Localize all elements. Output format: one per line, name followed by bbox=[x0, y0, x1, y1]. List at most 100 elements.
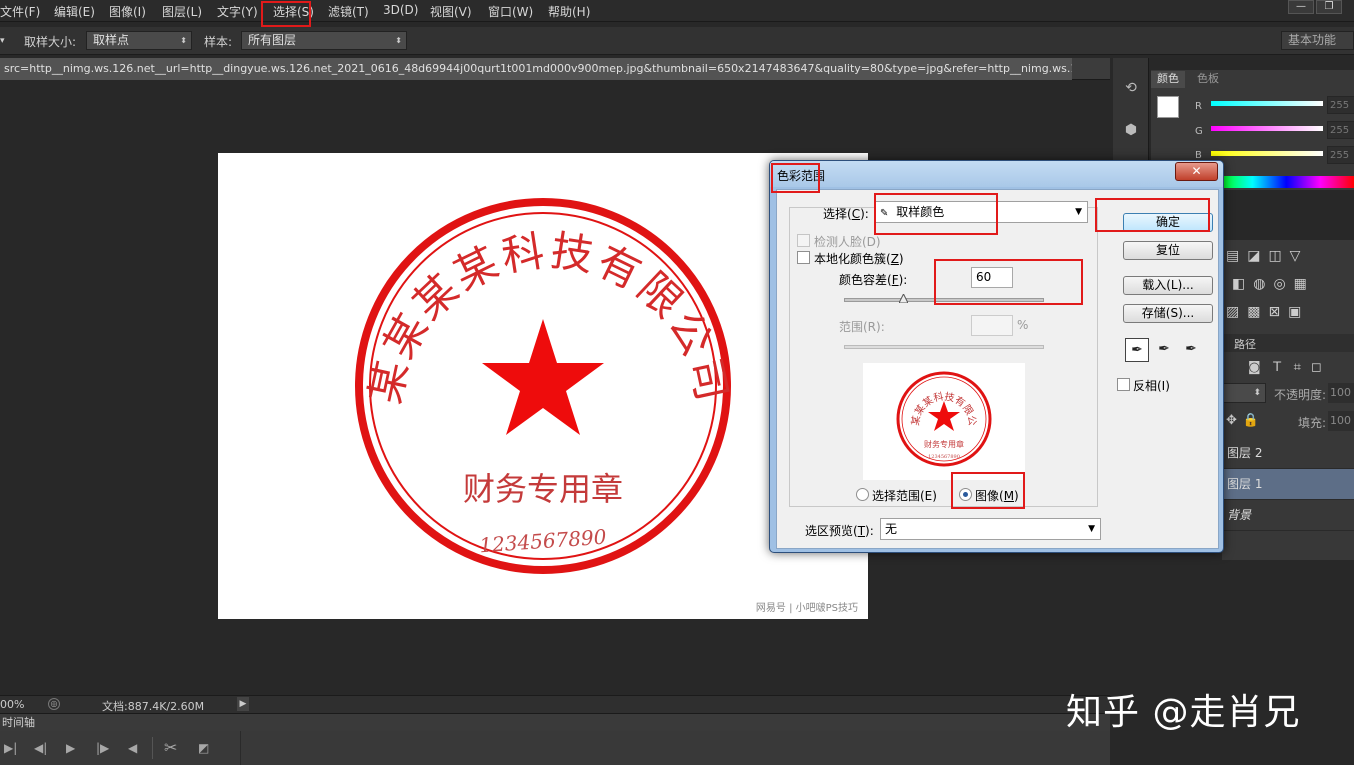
layer-row[interactable]: 图层 2 bbox=[1222, 438, 1354, 469]
radio-selection[interactable] bbox=[856, 488, 869, 501]
tab-paths[interactable]: 路径 bbox=[1234, 336, 1256, 352]
range-label: 范围(R): bbox=[839, 320, 885, 334]
range-unit: % bbox=[1017, 318, 1029, 332]
layer-row-selected[interactable]: 图层 1 bbox=[1222, 469, 1354, 500]
divider bbox=[152, 737, 153, 759]
save-button[interactable]: 存储(S)... bbox=[1123, 304, 1213, 323]
status-bar: 00% ◎ 文档:887.4K/2.60M ▶ bbox=[0, 695, 1110, 713]
reset-button[interactable]: 复位 bbox=[1123, 241, 1213, 260]
menu-help[interactable]: 帮助(H) bbox=[548, 3, 590, 20]
dialog-titlebar[interactable]: 色彩范围 ✕ bbox=[770, 161, 1223, 187]
close-button[interactable]: ✕ bbox=[1175, 162, 1218, 181]
sample-label: 样本: bbox=[204, 35, 233, 49]
info-icon[interactable]: ◎ bbox=[48, 698, 60, 710]
timeline-title[interactable]: 时间轴 bbox=[0, 713, 1110, 731]
sample-size-select[interactable]: 取样点 ⬍ bbox=[86, 31, 192, 50]
channel-r-value[interactable]: 255 bbox=[1327, 96, 1354, 114]
layers-tab-strip: 路径 bbox=[1222, 334, 1354, 352]
layer-row-background[interactable]: 背景 bbox=[1222, 500, 1354, 531]
layer-filter-icons[interactable]: ◙Ｔ⌗◻ bbox=[1248, 356, 1332, 375]
sample-size-value: 取样点 bbox=[93, 33, 130, 47]
tab-swatches[interactable]: 色板 bbox=[1191, 71, 1225, 88]
menu-edit[interactable]: 编辑(E) bbox=[54, 3, 95, 20]
adjustment-icons-row-2[interactable]: ◧◍◎▦ bbox=[1232, 276, 1315, 292]
menu-view[interactable]: 视图(V) bbox=[430, 3, 472, 20]
menu-image[interactable]: 图像(I) bbox=[109, 3, 146, 20]
range-slider[interactable] bbox=[844, 345, 1044, 349]
audio-icon[interactable]: ◀ bbox=[128, 741, 137, 755]
detect-faces-checkbox[interactable] bbox=[797, 234, 810, 247]
eyedropper-add-icon[interactable]: ✒ bbox=[1152, 338, 1176, 362]
workspace-switcher[interactable]: 基本功能 bbox=[1281, 31, 1354, 50]
options-bar: ▾ 取样大小: 取样点 ⬍ 样本: 所有图层 ⬍ 基本功能 bbox=[0, 27, 1354, 55]
fill-label: 填充: bbox=[1298, 416, 1327, 430]
selection-preview-value: 无 bbox=[885, 522, 898, 536]
menu-filter[interactable]: 滤镜(T) bbox=[328, 3, 369, 20]
prev-frame-icon[interactable]: ◀| bbox=[34, 741, 47, 755]
sample-size-label: 取样大小: bbox=[24, 35, 77, 49]
3d-cube-icon[interactable]: ⬢ bbox=[1121, 120, 1141, 140]
next-frame-icon[interactable]: |▶ bbox=[96, 741, 109, 755]
tab-color[interactable]: 颜色 bbox=[1151, 71, 1185, 88]
channel-g-slider[interactable] bbox=[1211, 126, 1323, 131]
menu-type[interactable]: 文字(Y) bbox=[217, 3, 258, 20]
sample-value: 所有图层 bbox=[248, 33, 297, 47]
lock-icons[interactable]: ✥🔒 bbox=[1226, 413, 1265, 428]
menu-window[interactable]: 窗口(W) bbox=[488, 3, 533, 20]
chevron-down-icon: ▼ bbox=[1075, 207, 1082, 217]
scissors-icon[interactable]: ✂ bbox=[164, 738, 177, 757]
menu-3d[interactable]: 3D(D) bbox=[383, 3, 418, 17]
channel-g-label: G bbox=[1195, 126, 1203, 137]
highlight-select-menu bbox=[261, 1, 311, 27]
seal-label: 财务专用章 bbox=[463, 470, 623, 508]
detect-faces-label: 检测人脸(D) bbox=[814, 235, 881, 249]
foreground-color-swatch[interactable] bbox=[1157, 96, 1179, 118]
zhihu-watermark: 知乎 @走肖兄 bbox=[1066, 692, 1301, 733]
svg-text:某某某某科技有限公司: 某某某某科技有限公司 bbox=[863, 363, 977, 427]
channel-b-slider[interactable] bbox=[1211, 151, 1323, 156]
menu-bar: 文件(F) 编辑(E) 图像(I) 图层(L) 文字(Y) 选择(S) 滤镜(T… bbox=[0, 0, 1354, 22]
seal-preview-image: 某某某某科技有限公司 财务专用章 1234567890 bbox=[858, 354, 992, 467]
updown-arrow-icon: ⬍ bbox=[395, 36, 402, 45]
restore-button[interactable]: ❐ bbox=[1316, 0, 1342, 14]
menu-file[interactable]: 文件(F) bbox=[0, 3, 40, 20]
adjustment-icons-row-3[interactable]: ▨▩⊠▣ bbox=[1226, 304, 1309, 320]
play-icon[interactable]: ▶ bbox=[66, 741, 75, 755]
fill-input[interactable]: 100 bbox=[1328, 411, 1354, 431]
first-frame-icon[interactable]: ▶| bbox=[4, 741, 17, 755]
play-arrow-icon[interactable]: ▶ bbox=[237, 697, 249, 711]
load-button[interactable]: 载入(L)... bbox=[1123, 276, 1213, 295]
invert-checkbox[interactable] bbox=[1117, 378, 1130, 391]
localized-clusters-checkbox[interactable] bbox=[797, 251, 810, 264]
localized-clusters-label: 本地化颜色簇(Z) bbox=[814, 252, 904, 266]
highlight-dialog-title bbox=[771, 163, 820, 193]
minimize-button[interactable]: — bbox=[1288, 0, 1314, 14]
channel-b-value[interactable]: 255 bbox=[1327, 146, 1354, 164]
fuzziness-slider-thumb[interactable] bbox=[899, 294, 908, 303]
adjustment-icons-row-1[interactable]: ▤◪◫▽ bbox=[1226, 248, 1308, 264]
channel-g-value[interactable]: 255 bbox=[1327, 121, 1354, 139]
document-tab[interactable]: src=http__nimg.ws.126.net__url=http__din… bbox=[0, 58, 1072, 80]
eyedropper-subtract-icon[interactable]: ✒ bbox=[1179, 338, 1203, 362]
highlight-fuzziness bbox=[934, 259, 1083, 305]
chevron-down-icon: ▼ bbox=[1088, 524, 1095, 534]
sample-select[interactable]: 所有图层 ⬍ bbox=[241, 31, 407, 50]
selection-preview-dropdown[interactable]: 无 ▼ bbox=[880, 518, 1101, 540]
preview-arc-text: 某某某某科技有限公司 bbox=[858, 354, 977, 427]
select-label: 选择(C): bbox=[823, 207, 869, 221]
menu-layer[interactable]: 图层(L) bbox=[162, 3, 202, 20]
zoom-level[interactable]: 00% bbox=[0, 698, 24, 711]
opacity-input[interactable]: 100 bbox=[1328, 383, 1354, 403]
blend-mode-select[interactable]: ⬍ bbox=[1222, 383, 1266, 403]
highlight-select-dropdown bbox=[874, 193, 998, 235]
selection-preview-label: 选区预览(T): bbox=[805, 524, 874, 538]
divider bbox=[240, 731, 241, 765]
invert-label: 反相(I) bbox=[1133, 379, 1170, 393]
range-input[interactable] bbox=[971, 315, 1013, 336]
tool-preset-arrow-icon[interactable]: ▾ bbox=[0, 36, 5, 46]
channel-r-slider[interactable] bbox=[1211, 101, 1323, 106]
eyedropper-tool-icon[interactable]: ✒ bbox=[1125, 338, 1149, 362]
history-icon[interactable]: ⟲ bbox=[1121, 78, 1141, 98]
star-icon bbox=[482, 319, 604, 435]
transition-icon[interactable]: ◩ bbox=[198, 741, 209, 755]
